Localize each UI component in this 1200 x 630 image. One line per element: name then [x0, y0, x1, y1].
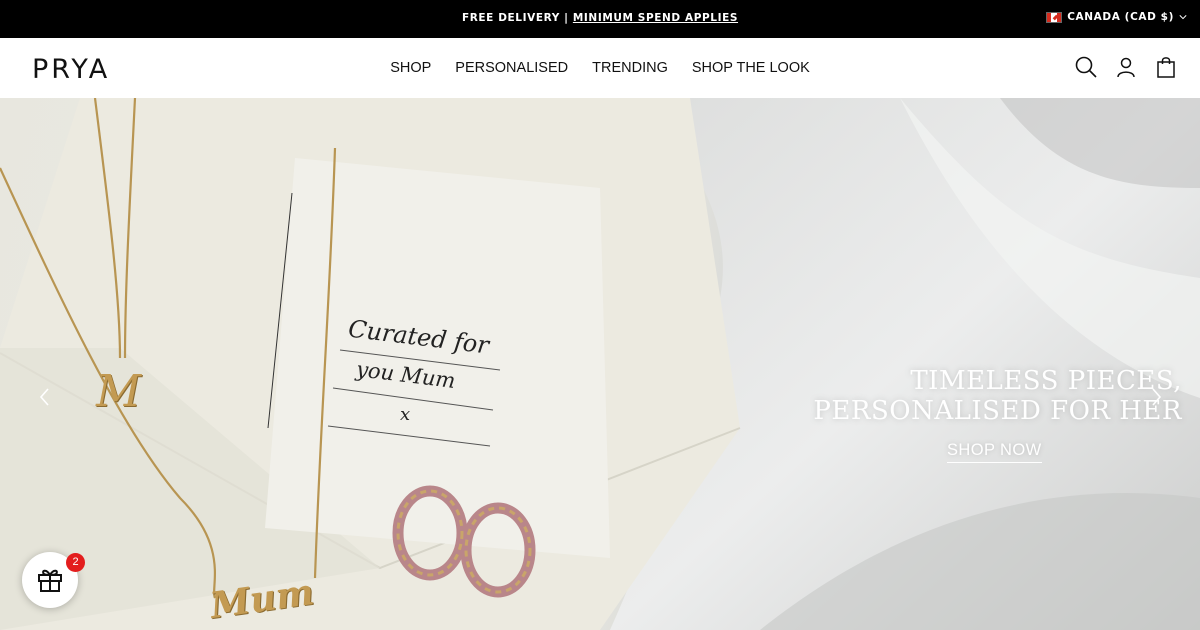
hero-banner: Curated for you Mum x M Mum TIMELESS PIE… — [0, 98, 1200, 630]
announcement-bar: FREE DELIVERY | MINIMUM SPEND APPLIES CA… — [0, 0, 1200, 38]
main-nav: SHOP PERSONALISED TRENDING SHOP THE LOOK — [0, 60, 1200, 76]
card-line-3: x — [400, 404, 411, 425]
site-header: PRYA SHOP PERSONALISED TRENDING SHOP THE… — [0, 38, 1200, 98]
notification-badge: 2 — [66, 553, 85, 572]
minimum-spend-link[interactable]: MINIMUM SPEND APPLIES — [573, 12, 738, 24]
announcement-text: FREE DELIVERY | — [461, 12, 569, 24]
shop-now-button[interactable]: SHOP NOW — [947, 441, 1042, 463]
cart-icon[interactable] — [1154, 55, 1178, 79]
hero-title-line-1: TIMELESS PIECES, — [910, 366, 1182, 396]
country-selector[interactable]: CANADA (CAD $) — [1046, 11, 1187, 23]
chevron-down-icon — [1179, 15, 1187, 20]
nav-trending[interactable]: TRENDING — [592, 60, 668, 76]
country-label: CANADA (CAD $) — [1067, 11, 1174, 23]
nav-shop[interactable]: SHOP — [390, 60, 431, 76]
nav-personalised[interactable]: PERSONALISED — [455, 60, 568, 76]
pendant-letter: M — [96, 366, 142, 417]
search-icon[interactable] — [1074, 55, 1098, 79]
announcement-message: FREE DELIVERY | MINIMUM SPEND APPLIES — [0, 12, 1200, 24]
chevron-right-icon[interactable] — [1150, 386, 1164, 408]
hero-title-line-2: PERSONALISED FOR HER — [813, 396, 1182, 426]
hero-image — [0, 98, 1200, 630]
hero-title: TIMELESS PIECES, PERSONALISED FOR HER — [813, 366, 1182, 426]
nav-shop-the-look[interactable]: SHOP THE LOOK — [692, 60, 810, 76]
canada-flag-icon — [1046, 11, 1063, 23]
gift-icon — [38, 569, 62, 592]
header-icons — [1074, 55, 1178, 79]
account-icon[interactable] — [1114, 55, 1138, 79]
chevron-left-icon[interactable] — [37, 386, 51, 408]
